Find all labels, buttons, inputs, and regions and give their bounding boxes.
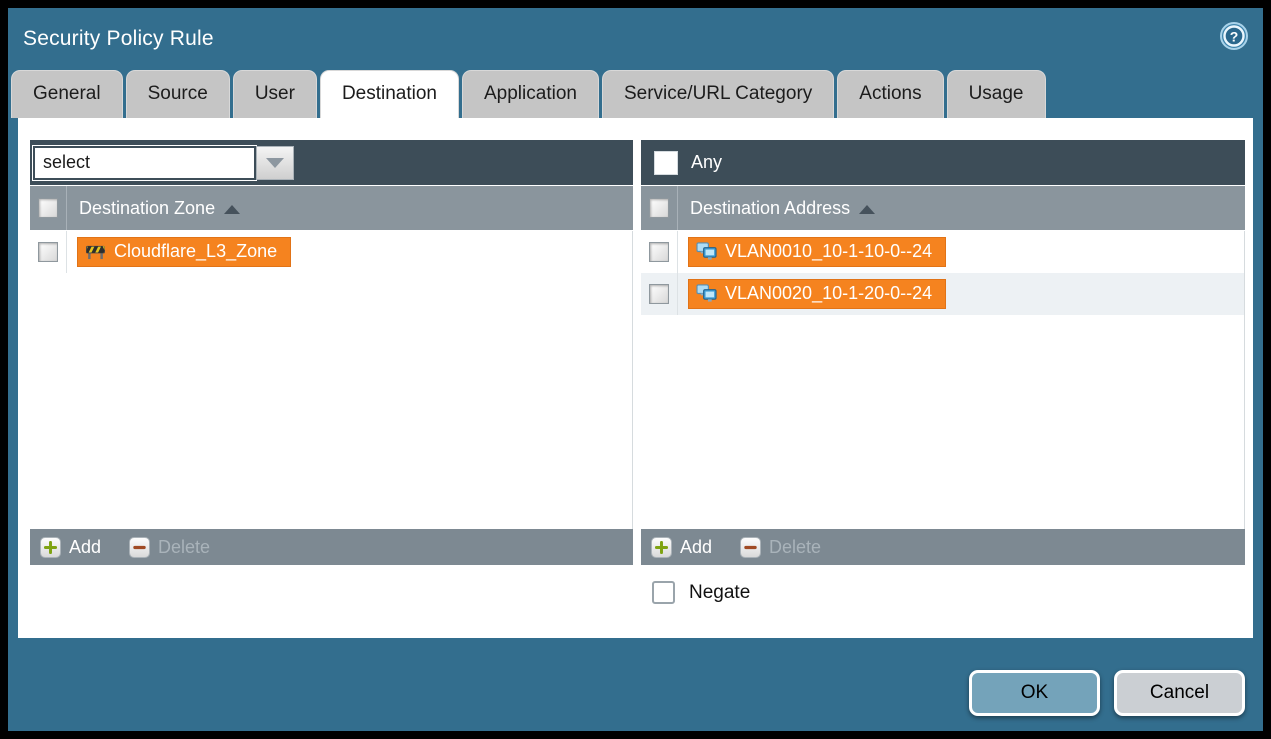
table-row: VLAN0020_10-1-20-0--24	[641, 273, 1244, 315]
address-panel-footer: Add Delete	[641, 529, 1245, 565]
dialog-button-row: OK Cancel	[969, 670, 1245, 716]
address-row-checkbox[interactable]	[649, 284, 669, 304]
ok-button[interactable]: OK	[969, 670, 1100, 716]
zone-delete-button[interactable]: Delete	[129, 537, 210, 558]
sort-asc-icon	[859, 205, 875, 214]
negate-checkbox[interactable]	[652, 581, 675, 604]
address-column-header-label[interactable]: Destination Address	[690, 198, 875, 219]
add-plus-icon	[651, 537, 672, 558]
address-panel-toolbar: Any	[641, 140, 1245, 185]
add-plus-icon	[40, 537, 61, 558]
zone-select-dropdown-button[interactable]	[256, 146, 294, 180]
zone-panel-footer: Add Delete	[30, 529, 633, 565]
address-row-checkbox[interactable]	[649, 242, 669, 262]
delete-minus-icon	[129, 537, 150, 558]
tab-strip: General Source User Destination Applicat…	[8, 70, 1263, 118]
sort-asc-icon	[224, 205, 240, 214]
tab-source[interactable]: Source	[126, 70, 230, 118]
tab-user[interactable]: User	[233, 70, 317, 118]
help-icon[interactable]: ?	[1219, 21, 1249, 51]
any-checkbox[interactable]	[654, 151, 678, 175]
destination-zone-panel: Destination Zone	[30, 140, 633, 565]
address-select-all-checkbox[interactable]	[649, 198, 669, 218]
svg-text:?: ?	[1230, 29, 1239, 45]
zone-icon	[85, 243, 106, 260]
zone-panel-toolbar	[30, 140, 633, 185]
chevron-down-icon	[266, 158, 284, 168]
table-row: VLAN0010_10-1-10-0--24	[641, 231, 1244, 273]
tab-usage[interactable]: Usage	[947, 70, 1046, 118]
cancel-button[interactable]: Cancel	[1114, 670, 1245, 716]
tab-general[interactable]: General	[11, 70, 123, 118]
tab-actions[interactable]: Actions	[837, 70, 943, 118]
tab-application[interactable]: Application	[462, 70, 599, 118]
zone-column-header-label[interactable]: Destination Zone	[79, 198, 240, 219]
negate-option: Negate	[652, 581, 750, 604]
zone-add-button[interactable]: Add	[40, 537, 101, 558]
address-add-button[interactable]: Add	[651, 537, 712, 558]
tab-destination[interactable]: Destination	[320, 70, 459, 118]
zone-select-all-checkbox[interactable]	[38, 198, 58, 218]
any-label: Any	[691, 152, 722, 173]
delete-minus-icon	[740, 537, 761, 558]
zone-rows: Cloudflare_L3_Zone	[30, 231, 633, 529]
dialog-title: Security Policy Rule	[23, 27, 214, 51]
zone-select-input[interactable]	[33, 146, 256, 180]
address-item-chip[interactable]: VLAN0020_10-1-20-0--24	[688, 279, 946, 309]
table-row: Cloudflare_L3_Zone	[30, 231, 632, 273]
address-delete-button[interactable]: Delete	[740, 537, 821, 558]
zone-column-header: Destination Zone	[30, 186, 633, 230]
tab-service-url-category[interactable]: Service/URL Category	[602, 70, 834, 118]
address-rows: VLAN0010_10-1-10-0--24	[641, 231, 1245, 529]
dialog-title-bar: Security Policy Rule ?	[8, 8, 1263, 70]
destination-address-panel: Any Destination Address	[641, 140, 1245, 565]
zone-item-chip[interactable]: Cloudflare_L3_Zone	[77, 237, 291, 267]
address-icon	[696, 242, 717, 261]
negate-label: Negate	[689, 582, 750, 604]
address-icon	[696, 284, 717, 303]
zone-row-checkbox[interactable]	[38, 242, 58, 262]
address-item-chip[interactable]: VLAN0010_10-1-10-0--24	[688, 237, 946, 267]
address-column-header: Destination Address	[641, 186, 1245, 230]
security-policy-rule-dialog: Security Policy Rule ? General Source Us…	[8, 8, 1263, 731]
destination-tab-content: Destination Zone	[18, 118, 1253, 638]
